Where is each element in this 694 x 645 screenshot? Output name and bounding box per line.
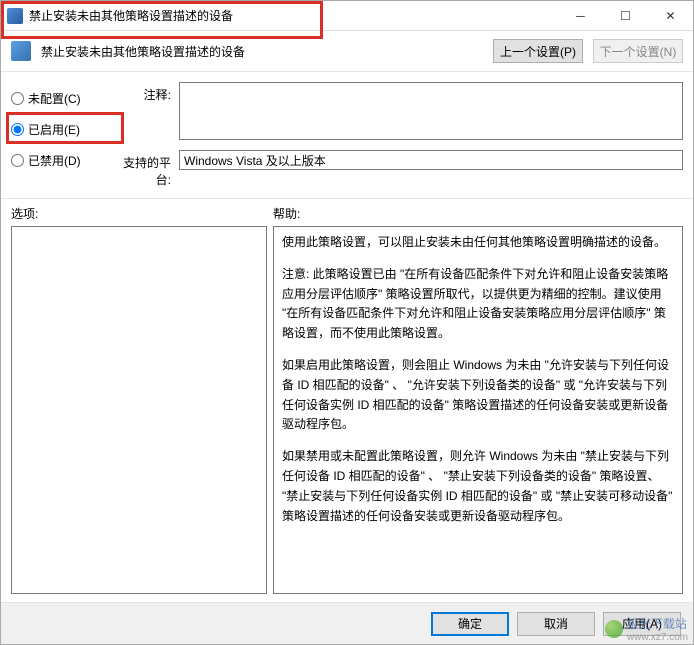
watermark-text1: 极光下载站 (627, 615, 688, 632)
ok-button[interactable]: 确定 (431, 612, 509, 636)
minimize-button[interactable]: ─ (558, 1, 603, 30)
help-paragraph: 注意: 此策略设置已由 "在所有设备匹配条件下对允许和阻止设备安装策略应用分层评… (282, 265, 674, 344)
radio-not-configured-input[interactable] (11, 92, 24, 105)
close-button[interactable]: ✕ (648, 1, 693, 30)
policy-icon (11, 41, 31, 61)
platform-input (179, 150, 683, 170)
next-setting-button: 下一个设置(N) (593, 39, 683, 63)
watermark-icon (605, 620, 623, 638)
comment-label: 注释: (111, 82, 171, 103)
platform-label: 支持的平台: (111, 150, 171, 188)
help-paragraph: 如果启用此策略设置，则会阻止 Windows 为未由 "允许安装与下列任何设备 … (282, 356, 674, 435)
policy-title: 禁止安装未由其他策略设置描述的设备 (41, 43, 483, 60)
help-label: 帮助: (273, 205, 300, 222)
maximize-button[interactable]: ☐ (603, 1, 648, 30)
radio-disabled-input[interactable] (11, 154, 24, 167)
radio-not-configured[interactable]: 未配置(C) (11, 90, 103, 107)
radio-not-configured-label: 未配置(C) (28, 90, 81, 107)
app-icon (7, 8, 23, 24)
radio-enabled-input[interactable] (11, 123, 24, 136)
radio-enabled[interactable]: 已启用(E) (11, 121, 103, 138)
cancel-button[interactable]: 取消 (517, 612, 595, 636)
watermark: 极光下载站 www.xz7.com (605, 615, 688, 643)
options-label: 选项: (11, 205, 273, 222)
prev-setting-button[interactable]: 上一个设置(P) (493, 39, 583, 63)
options-panel (11, 226, 267, 594)
radio-disabled-label: 已禁用(D) (28, 152, 81, 169)
help-paragraph: 使用此策略设置，可以阻止安装未由任何其他策略设置明确描述的设备。 (282, 233, 674, 253)
window-title: 禁止安装未由其他策略设置描述的设备 (29, 7, 558, 24)
watermark-text2: www.xz7.com (627, 632, 688, 643)
comment-input[interactable] (179, 82, 683, 140)
radio-disabled[interactable]: 已禁用(D) (11, 152, 103, 169)
help-panel[interactable]: 使用此策略设置，可以阻止安装未由任何其他策略设置明确描述的设备。 注意: 此策略… (273, 226, 683, 594)
help-paragraph: 如果禁用或未配置此策略设置，则允许 Windows 为未由 "禁止安装与下列任何… (282, 447, 674, 526)
radio-enabled-label: 已启用(E) (28, 121, 80, 138)
